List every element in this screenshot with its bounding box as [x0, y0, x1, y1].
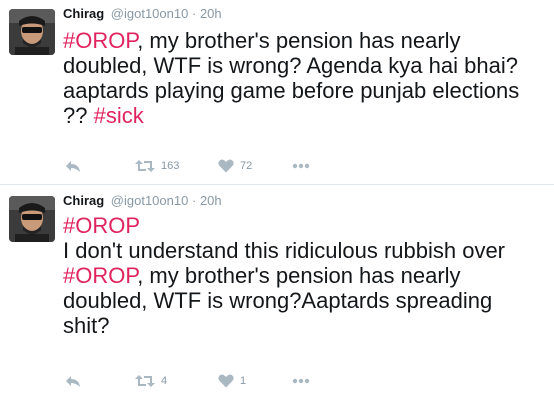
more-button[interactable] — [292, 371, 310, 391]
tweet[interactable]: Chirag @igot10on10 · 20h #OROP I don't u… — [0, 184, 554, 400]
author-handle[interactable]: @igot10on10 — [111, 6, 189, 21]
separator: · — [191, 6, 197, 21]
tweet-header: Chirag @igot10on10 · 20h — [63, 193, 222, 209]
author-handle[interactable]: @igot10on10 — [111, 193, 189, 208]
tweet-text-segment: I don't understand this ridiculous rubbi… — [63, 238, 506, 263]
hashtag-link[interactable]: #OROP — [63, 213, 140, 238]
like-button[interactable]: 1 — [218, 371, 246, 391]
timestamp[interactable]: 20h — [200, 193, 222, 208]
hashtag-link[interactable]: #OROP — [63, 28, 137, 53]
retweet-icon — [135, 374, 155, 388]
author-name[interactable]: Chirag — [63, 6, 104, 21]
tweet[interactable]: Chirag @igot10on10 · 20h #OROP, my broth… — [0, 0, 554, 184]
reply-icon — [65, 374, 81, 388]
tweet-text: #OROP I don't understand this ridiculous… — [63, 213, 543, 338]
retweet-count: 4 — [161, 375, 168, 387]
retweet-button[interactable]: 4 — [135, 371, 167, 391]
hashtag-link[interactable]: #sick — [94, 103, 144, 128]
heart-icon — [218, 374, 234, 388]
more-icon — [292, 378, 310, 384]
avatar[interactable] — [9, 9, 55, 55]
author-name[interactable]: Chirag — [63, 193, 104, 208]
tweet-text: #OROP, my brother's pension has nearly d… — [63, 28, 543, 128]
more-button[interactable] — [292, 156, 310, 176]
retweet-button[interactable]: 163 — [135, 156, 179, 176]
heart-icon — [218, 159, 234, 173]
retweet-count: 163 — [161, 160, 180, 172]
hashtag-link[interactable]: #OROP — [63, 263, 137, 288]
like-button[interactable]: 72 — [218, 156, 252, 176]
timestamp[interactable]: 20h — [200, 6, 222, 21]
like-count: 72 — [240, 160, 253, 172]
more-icon — [292, 163, 310, 169]
retweet-icon — [135, 159, 155, 173]
separator: · — [191, 193, 197, 208]
tweet-actions: 163 72 — [63, 156, 363, 176]
like-count: 1 — [240, 375, 247, 387]
reply-button[interactable] — [65, 156, 81, 176]
avatar[interactable] — [9, 196, 55, 242]
reply-button[interactable] — [65, 371, 81, 391]
tweet-actions: 4 1 — [63, 371, 363, 391]
tweet-header: Chirag @igot10on10 · 20h — [63, 6, 222, 22]
reply-icon — [65, 159, 81, 173]
tweet-feed: Chirag @igot10on10 · 20h #OROP, my broth… — [0, 0, 554, 400]
